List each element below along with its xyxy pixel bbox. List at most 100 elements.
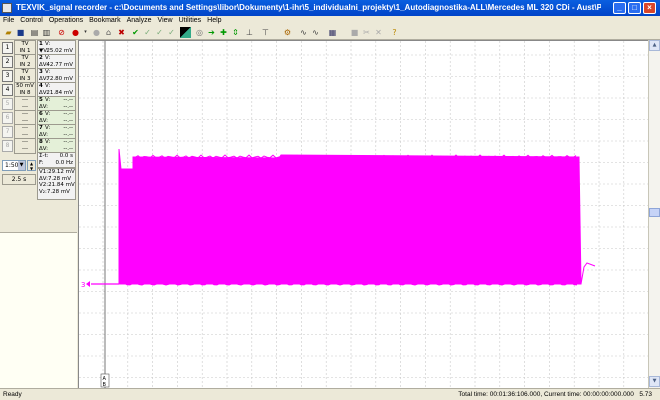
- zoom-out-icon[interactable]: ◎: [194, 27, 205, 38]
- channel-button-4[interactable]: 4: [2, 84, 13, 96]
- channel-button-8[interactable]: 8: [2, 140, 13, 152]
- app-icon: [2, 3, 12, 13]
- chevron-down-icon: ▼: [18, 161, 25, 170]
- minimize-button[interactable]: _: [613, 2, 626, 14]
- dv1-value: 7.28 mV: [47, 175, 72, 182]
- grid-icon[interactable]: ▦: [327, 27, 338, 38]
- menu-analyze[interactable]: Analyze: [124, 16, 155, 26]
- title-bar: TEXVIK_signal recorder - c:\Documents an…: [0, 0, 660, 16]
- wave2-icon[interactable]: ∿: [310, 27, 321, 38]
- zoom-fit-icon[interactable]: ✚: [218, 27, 229, 38]
- zoom-spinner[interactable]: ▲ ▼: [27, 160, 36, 171]
- freq-value: 0.0 Hz: [55, 159, 73, 166]
- channel-range: ---: [22, 125, 28, 131]
- signal-plot[interactable]: 3AB: [78, 40, 649, 389]
- menu-bookmark[interactable]: Bookmark: [86, 16, 124, 26]
- cancel-icon[interactable]: ✖: [116, 27, 127, 38]
- status-times: Total time: 00:01:36:106.000, Current ti…: [458, 391, 634, 398]
- channel-button-7[interactable]: 7: [2, 126, 13, 138]
- menu-view[interactable]: View: [155, 16, 176, 26]
- menu-help[interactable]: Help: [204, 16, 224, 26]
- print-preview-icon[interactable]: ▥: [41, 27, 52, 38]
- arrow-horizontal-icon[interactable]: ➔: [206, 27, 217, 38]
- delete-icon[interactable]: ⌂: [103, 27, 114, 38]
- save-icon[interactable]: ■: [15, 27, 26, 38]
- toolbar: ▰ ■ ▤ ▥ ⊘ ● ▾ ● ⌂ ✖ ✔ ✓ ✓ ✓ ◎ ➔ ✚ ⇕ ⊥ ⊤ …: [0, 26, 660, 40]
- v2-value: 21.84 mV: [48, 182, 75, 188]
- v-value: --.--: [63, 125, 73, 131]
- v1-label: V1:: [39, 169, 49, 175]
- close-button[interactable]: ×: [643, 2, 656, 14]
- time-division[interactable]: 2.5 s: [2, 174, 36, 185]
- cut-icon[interactable]: ✂: [361, 27, 372, 38]
- channel-button-5[interactable]: 5: [2, 98, 13, 110]
- vertical-scrollbar[interactable]: ▲ ▼: [648, 40, 660, 388]
- v-value: --.--: [63, 97, 73, 103]
- channel-range: TV: [21, 69, 29, 75]
- dv2-value: 7.28 mV: [46, 188, 70, 195]
- check-wave-icon[interactable]: ✓: [142, 27, 153, 38]
- menu-control[interactable]: Control: [17, 16, 46, 26]
- zoom-select[interactable]: 1:500 ▼: [2, 160, 26, 171]
- channel-range: TV: [21, 55, 29, 61]
- channel-marker-arrow: [86, 281, 90, 287]
- scroll-up-icon[interactable]: ▲: [649, 40, 660, 51]
- freq-label: F:: [39, 159, 44, 166]
- v-label: V:: [45, 41, 51, 47]
- v-label: V:: [45, 83, 51, 89]
- wave-icon[interactable]: ∿: [298, 27, 309, 38]
- channel-button-3[interactable]: 3: [2, 70, 13, 82]
- open-icon[interactable]: ▰: [3, 27, 14, 38]
- print-icon[interactable]: ▤: [29, 27, 40, 38]
- channel-range: 50 mV: [16, 83, 34, 89]
- status-bar: Ready Total time: 00:01:36:106.000, Curr…: [0, 388, 660, 400]
- menu-utilities[interactable]: Utilities: [176, 16, 205, 26]
- channel-marker: 3: [81, 281, 85, 289]
- channel-range: ---: [22, 97, 28, 103]
- channel-button-6[interactable]: 6: [2, 112, 13, 124]
- dv2-label: V₂:: [39, 188, 47, 195]
- panel-empty-area: [0, 232, 77, 388]
- window-title: TEXVIK_signal recorder - c:\Documents an…: [16, 3, 601, 12]
- scroll-thumb[interactable]: [649, 208, 660, 217]
- channel-range: ---: [22, 111, 28, 117]
- record-dropdown-icon[interactable]: ▾: [80, 27, 91, 38]
- invert-icon[interactable]: [180, 27, 191, 38]
- channel-button-2[interactable]: 2: [2, 56, 13, 68]
- v-value: --.--: [63, 139, 73, 145]
- channel-range: ---: [22, 139, 28, 145]
- time-measure-box: Σ-t: 0.0 s F: 0.0 Hz: [37, 152, 76, 168]
- stop-icon[interactable]: ⊘: [56, 27, 67, 38]
- menu-bar: File Control Operations Bookmark Analyze View…: [0, 16, 660, 26]
- menu-operations[interactable]: Operations: [46, 16, 86, 26]
- close-x-icon[interactable]: ✕: [373, 27, 384, 38]
- v-label: V:: [45, 139, 51, 145]
- v-label: V:: [45, 55, 51, 61]
- v-label: V:: [45, 97, 51, 103]
- cursor-icon[interactable]: ●: [91, 27, 102, 38]
- dv1-label: ΔV:: [39, 175, 48, 182]
- check-wave2-icon[interactable]: ✓: [154, 27, 165, 38]
- menu-file[interactable]: File: [0, 16, 17, 26]
- status-left: Ready: [3, 391, 22, 398]
- zoom-vertical-icon[interactable]: ⇕: [230, 27, 241, 38]
- voltage-measure-box: V1:29.12 mV ΔV:7.28 mV V2:21.84 mV V₂:7.…: [37, 168, 76, 200]
- dt-label: Σ-t:: [39, 153, 49, 159]
- check-wave3-icon[interactable]: ✓: [166, 27, 177, 38]
- v-label: V:: [45, 125, 51, 131]
- v1-value: 29.12 mV: [48, 169, 75, 175]
- scroll-down-icon[interactable]: ▼: [649, 376, 660, 387]
- help-icon[interactable]: ?: [389, 27, 400, 38]
- stop-square-icon[interactable]: ■: [349, 27, 360, 38]
- v2-label: V2:: [39, 182, 49, 188]
- calc-icon[interactable]: ⚙: [282, 27, 293, 38]
- channel-range: TV: [21, 41, 29, 47]
- plot-canvas[interactable]: 3AB: [79, 41, 649, 389]
- check-icon[interactable]: ✔: [130, 27, 141, 38]
- status-right: Total time: 00:01:36:106.000, Current ti…: [458, 389, 652, 400]
- settings-icon[interactable]: ⊤: [260, 27, 271, 38]
- maximize-button[interactable]: □: [628, 2, 641, 14]
- v-label: V:: [45, 111, 51, 117]
- marker-icon[interactable]: ⊥: [244, 27, 255, 38]
- channel-button-1[interactable]: 1: [2, 42, 13, 54]
